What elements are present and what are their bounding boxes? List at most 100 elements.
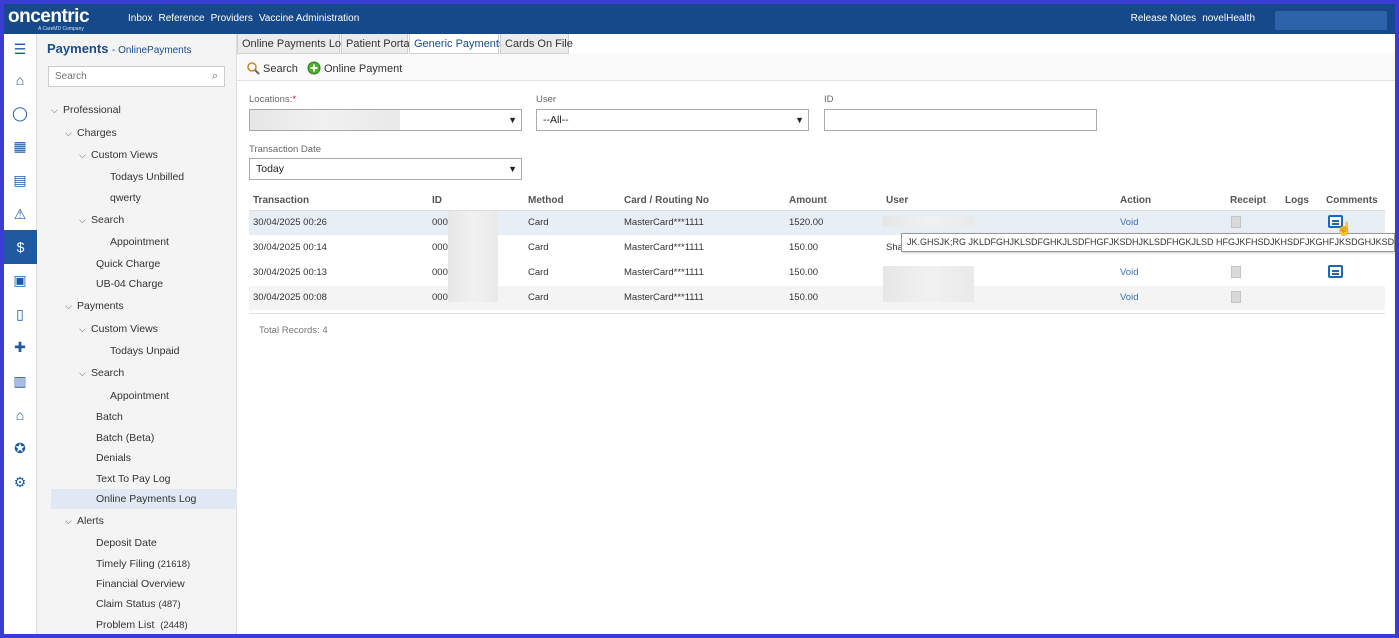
tree-charges[interactable]: ⌵ Charges <box>65 123 117 143</box>
gear-icon[interactable]: ⚙ <box>11 473 29 491</box>
film-icon[interactable]: ▥ <box>11 372 29 390</box>
user-select[interactable]: --All-- ▼ <box>536 109 809 131</box>
locations-select[interactable]: ▼ <box>249 109 522 131</box>
chevron-down-icon[interactable]: ▼ <box>508 159 517 179</box>
tree-label: Online Payments Log <box>96 493 197 505</box>
col-user[interactable]: User <box>886 195 908 206</box>
nav-vaccine-administration[interactable]: Vaccine Administration <box>259 13 359 24</box>
tree-online-payments-log[interactable]: Online Payments Log <box>51 489 237 509</box>
org-name[interactable]: novelHealth <box>1202 13 1255 24</box>
void-link[interactable]: Void <box>1120 292 1139 303</box>
col-comments[interactable]: Comments <box>1326 195 1378 206</box>
col-receipt[interactable]: Receipt <box>1230 195 1266 206</box>
tree-payments-appointment[interactable]: Appointment <box>110 386 169 406</box>
billing-icon[interactable]: ▣ <box>11 271 29 289</box>
tree-charges-search[interactable]: ⌵ Search <box>79 210 124 230</box>
icon-rail: ☰ ⌂ ◯ ▦ ▤ ⚠ $ ▣ ▯ ✚ ▥ ⌂ ✪ ⚙ <box>4 34 37 634</box>
nav-inbox[interactable]: Inbox <box>128 13 152 24</box>
table-row[interactable]: 30/04/2025 00:08 000 Card MasterCard***1… <box>249 286 1385 310</box>
tree-problem-list[interactable]: Problem List (2448) <box>96 615 188 634</box>
payments-icon[interactable]: $ <box>4 230 37 264</box>
chevron-down-icon[interactable]: ⌵ <box>79 145 91 165</box>
cell-id: 000 <box>432 217 448 228</box>
comment-icon[interactable] <box>1328 265 1343 278</box>
col-method[interactable]: Method <box>528 195 564 206</box>
nav-providers[interactable]: Providers <box>211 13 253 24</box>
tree-search-input[interactable] <box>49 67 199 86</box>
table-row[interactable]: 30/04/2025 00:26 000 Card MasterCard***1… <box>249 211 1385 235</box>
search-button-label: Search <box>263 63 298 75</box>
chevron-down-icon[interactable]: ⌵ <box>65 511 77 531</box>
tab-cards-on-file[interactable]: Cards On File <box>500 34 573 54</box>
chevron-down-icon[interactable]: ⌵ <box>79 363 91 383</box>
house-icon[interactable]: ⌂ <box>11 406 29 424</box>
tree-batch-beta[interactable]: Batch (Beta) <box>96 428 154 448</box>
tree-professional[interactable]: ⌵ Professional <box>51 100 121 120</box>
tree-claim-status[interactable]: Claim Status (487) <box>96 594 181 614</box>
col-logs[interactable]: Logs <box>1285 195 1309 206</box>
badge-icon[interactable]: ✪ <box>11 439 29 457</box>
chevron-down-icon[interactable]: ⌵ <box>79 319 91 339</box>
cell-method: Card <box>528 217 549 228</box>
chevron-down-icon[interactable]: ⌵ <box>51 100 63 120</box>
home-icon[interactable]: ⌂ <box>11 71 29 89</box>
chevron-down-icon[interactable]: ▼ <box>508 110 517 130</box>
col-transaction[interactable]: Transaction <box>253 195 309 206</box>
logo-wordmark: oncentric <box>8 6 90 27</box>
search-button[interactable]: Search <box>246 61 298 75</box>
person-icon[interactable]: ◯ <box>11 104 29 122</box>
chevron-down-icon[interactable]: ⌵ <box>65 123 77 143</box>
transaction-date-select[interactable]: Today ▼ <box>249 158 522 180</box>
tree-financial-overview[interactable]: Financial Overview <box>96 574 185 594</box>
top-bar: oncentric A CareMD Company Inbox Referenc… <box>4 4 1395 34</box>
col-amount[interactable]: Amount <box>789 195 827 206</box>
tree-payments-custom-views[interactable]: ⌵ Custom Views <box>79 319 158 339</box>
alert-icon[interactable]: ⚠ <box>11 205 29 223</box>
tree-todays-unpaid[interactable]: Todays Unpaid <box>110 341 179 361</box>
tree-alerts[interactable]: ⌵ Alerts <box>65 511 104 531</box>
search-icon[interactable]: ⌕ <box>212 70 218 83</box>
menu-icon[interactable]: ☰ <box>11 40 29 58</box>
receipt-icon[interactable] <box>1231 266 1241 278</box>
id-label: ID <box>824 94 834 105</box>
receipt-icon[interactable] <box>1231 291 1241 303</box>
document-icon[interactable]: ▯ <box>11 305 29 323</box>
tree-charges-appointment[interactable]: Appointment <box>110 232 169 252</box>
tree-deposit-date[interactable]: Deposit Date <box>96 533 157 553</box>
user-menu[interactable] <box>1275 11 1387 30</box>
id-input[interactable] <box>824 109 1097 131</box>
col-card[interactable]: Card / Routing No <box>624 195 709 206</box>
void-link[interactable]: Void <box>1120 267 1139 278</box>
tree-denials[interactable]: Denials <box>96 448 131 468</box>
col-action[interactable]: Action <box>1120 195 1151 206</box>
chevron-down-icon[interactable]: ⌵ <box>65 296 77 316</box>
nav-reference[interactable]: Reference <box>158 13 204 24</box>
calendar-icon[interactable]: ▦ <box>11 137 29 155</box>
locations-label-text: Locations: <box>249 94 293 105</box>
user-label: User <box>536 94 557 105</box>
hospital-icon[interactable]: ✚ <box>11 338 29 356</box>
oncentric-logo[interactable]: oncentric A CareMD Company <box>8 6 90 32</box>
tab-generic-payments[interactable]: Generic Payments <box>409 34 504 54</box>
tree-payments[interactable]: ⌵ Payments <box>65 296 124 316</box>
chevron-down-icon[interactable]: ⌵ <box>79 210 91 230</box>
tree-payments-search[interactable]: ⌵ Search <box>79 363 124 383</box>
col-id[interactable]: ID <box>432 195 442 206</box>
tree-batch[interactable]: Batch <box>96 407 123 427</box>
tree-qwerty[interactable]: qwerty <box>110 188 141 208</box>
void-link[interactable]: Void <box>1120 217 1139 228</box>
release-notes-link[interactable]: Release Notes <box>1131 13 1197 24</box>
ledger-icon[interactable]: ▤ <box>11 171 29 189</box>
tree-ub04-charge[interactable]: UB-04 Charge <box>96 274 163 294</box>
receipt-icon[interactable] <box>1231 216 1241 228</box>
online-payment-button[interactable]: Online Payment <box>307 61 402 75</box>
table-row[interactable]: 30/04/2025 00:13 000 Card MasterCard***1… <box>249 261 1385 285</box>
tree-todays-unbilled[interactable]: Todays Unbilled <box>110 167 184 187</box>
chevron-down-icon[interactable]: ▼ <box>795 110 804 130</box>
tree-text-to-pay-log[interactable]: Text To Pay Log <box>96 469 171 489</box>
tab-online-payments-log[interactable]: Online Payments Log <box>237 34 347 54</box>
tab-patient-portal[interactable]: Patient Portal <box>341 34 412 54</box>
tree-timely-filing[interactable]: Timely Filing (21618) <box>96 554 190 574</box>
tree-charges-custom-views[interactable]: ⌵ Custom Views <box>79 145 158 165</box>
tree-quick-charge[interactable]: Quick Charge <box>96 254 160 274</box>
